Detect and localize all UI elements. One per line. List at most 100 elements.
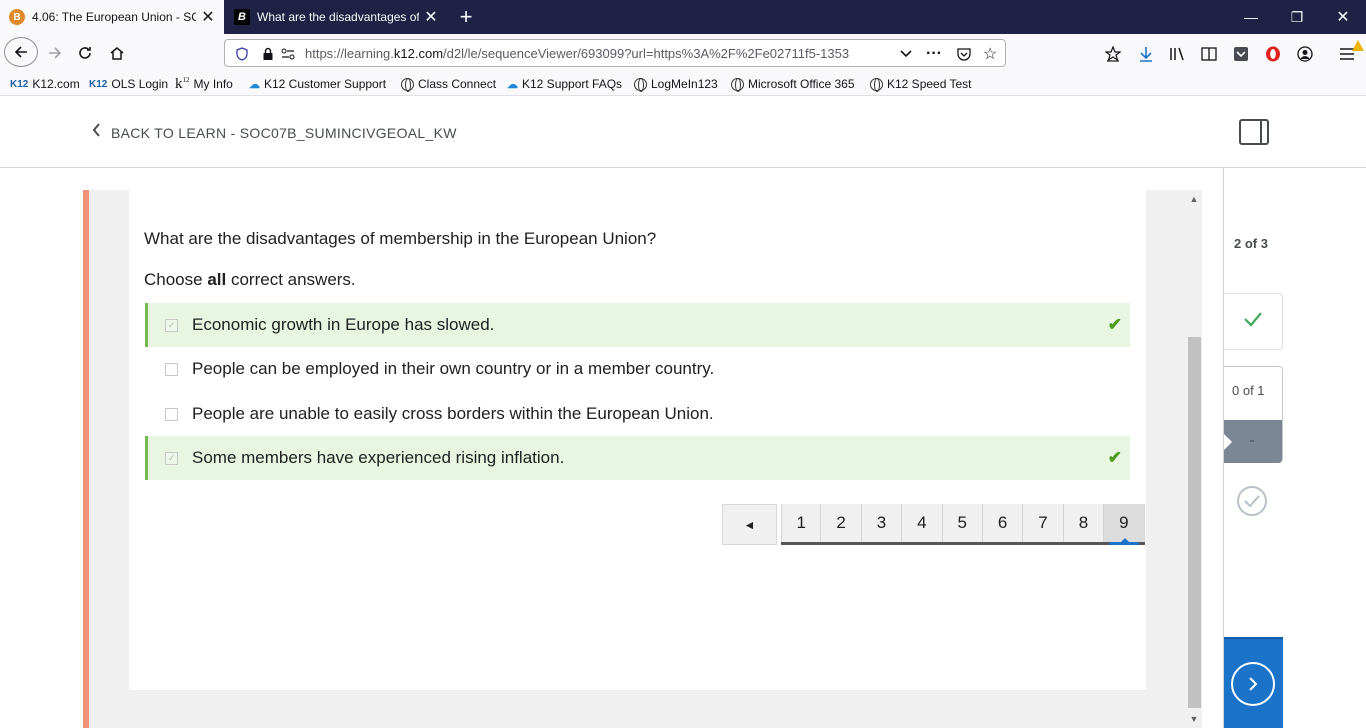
page-button[interactable]: 8	[1063, 504, 1105, 542]
bookmark-k12[interactable]: K12 K12.com	[10, 76, 80, 92]
home-button[interactable]	[102, 39, 132, 67]
back-link-label: BACK TO LEARN - SOC07B_SUMINCIVGEOAL_KW	[111, 124, 457, 141]
back-button[interactable]	[4, 37, 38, 67]
reload-icon	[79, 47, 91, 59]
download-icon[interactable]	[1135, 43, 1157, 65]
tab-title: 4.06: The European Union - SOC	[32, 10, 196, 24]
page-header: BACK TO LEARN - SOC07B_SUMINCIVGEOAL_KW	[0, 96, 1366, 168]
library-icon[interactable]	[1167, 43, 1189, 65]
url-text[interactable]: https://learning.k12.com/d2l/le/sequence…	[305, 46, 885, 61]
step-progress: 0 of 1	[1232, 383, 1265, 398]
tab-disadvantages[interactable]: B What are the disadvantages of ✕	[225, 0, 447, 34]
k12-icon: K12	[10, 78, 29, 90]
brightspace-icon: B	[9, 9, 25, 25]
panel-toggle-icon[interactable]	[1239, 119, 1269, 145]
active-step-indicator	[1224, 420, 1282, 463]
reload-button[interactable]	[70, 39, 100, 67]
b-icon: B	[234, 9, 250, 25]
address-bar[interactable]: https://learning.k12.com/d2l/le/sequence…	[224, 39, 1006, 67]
next-button[interactable]	[1231, 662, 1275, 706]
minimize-button[interactable]: —	[1228, 0, 1274, 34]
instruction-text: Choose all correct answers.	[144, 270, 356, 289]
bookmark-logmein[interactable]: LogMeIn123	[634, 76, 718, 92]
page-button[interactable]: 1	[781, 504, 822, 542]
scrollbar-thumb[interactable]	[1188, 337, 1201, 708]
globe-icon	[401, 77, 414, 92]
cloud-icon: ☁	[507, 78, 518, 91]
scroll-down-arrow-icon[interactable]: ▼	[1186, 711, 1202, 727]
star-icon[interactable]: ☆	[981, 45, 999, 63]
pocket-toolbar-icon[interactable]	[1230, 43, 1252, 65]
arrow-left-icon	[14, 46, 27, 58]
page-button[interactable]: 4	[902, 504, 943, 542]
answer-option[interactable]: ✓ Economic growth in Europe has slowed. …	[145, 303, 1130, 347]
answer-option[interactable]: ✓ Some members have experienced rising i…	[145, 436, 1130, 480]
page-button-current[interactable]: 9	[1104, 504, 1145, 545]
bookmark-class-connect[interactable]: Class Connect	[401, 76, 496, 92]
globe-icon	[731, 77, 744, 92]
bookmark-my-info[interactable]: k12 My Info	[175, 76, 233, 92]
chevron-left-icon	[92, 123, 101, 142]
warning-icon	[1352, 38, 1364, 56]
left-accent-bar	[83, 190, 89, 728]
back-to-learn-link[interactable]: BACK TO LEARN - SOC07B_SUMINCIVGEOAL_KW	[92, 123, 457, 142]
page-button[interactable]: 6	[982, 504, 1024, 542]
answer-label: Economic growth in Europe has slowed.	[192, 315, 495, 334]
bookmarks-toolbar: K12 K12.com K12 OLS Login k12 My Info ☁ …	[0, 72, 1366, 96]
permissions-icon[interactable]	[279, 45, 297, 63]
answer-option[interactable]: People can be employed in their own coun…	[145, 347, 1130, 391]
cloud-icon: ☁	[249, 78, 260, 91]
chevron-right-icon	[1249, 677, 1258, 691]
next-panel	[1224, 637, 1283, 728]
more-actions-icon[interactable]: ···	[925, 45, 943, 63]
page-button[interactable]: 2	[821, 504, 862, 542]
bookmark-ols-login[interactable]: K12 OLS Login	[89, 76, 168, 92]
answer-option[interactable]: People are unable to easily cross border…	[145, 392, 1130, 436]
answer-label: Some members have experienced rising inf…	[192, 448, 565, 467]
completed-step[interactable]	[1224, 293, 1283, 350]
account-icon[interactable]	[1294, 43, 1316, 65]
globe-icon	[870, 77, 883, 92]
close-tab-icon[interactable]: ✕	[196, 7, 220, 27]
answer-label: People can be employed in their own coun…	[192, 359, 715, 378]
tab-title: What are the disadvantages of	[257, 10, 419, 24]
complete-circle-icon[interactable]	[1237, 486, 1267, 516]
opera-icon[interactable]	[1262, 43, 1284, 65]
scroll-up-arrow-icon[interactable]: ▲	[1186, 191, 1202, 207]
checkbox[interactable]: ✓	[165, 451, 178, 465]
new-tab-button[interactable]: +	[452, 3, 480, 31]
progress-count: 2 of 3	[1234, 236, 1268, 251]
k12-icon: K12	[89, 78, 108, 90]
forward-button[interactable]	[40, 39, 70, 67]
k12-logo-icon: k12	[175, 75, 190, 92]
tab-european-union[interactable]: B 4.06: The European Union - SOC ✕	[0, 0, 224, 34]
correct-check-icon: ✔	[1107, 315, 1122, 334]
bookmark-customer-support[interactable]: ☁ K12 Customer Support	[249, 76, 386, 92]
checkbox[interactable]	[165, 407, 178, 421]
pagination: 1 2 3 4 5 6 7 8 9	[781, 504, 1145, 545]
bookmark-support-faqs[interactable]: ☁ K12 Support FAQs	[507, 76, 622, 92]
page-button[interactable]: 5	[942, 504, 983, 542]
bookmark-speed-test[interactable]: K12 Speed Test	[870, 76, 972, 92]
page-button[interactable]: 3	[861, 504, 903, 542]
checkbox[interactable]: ✓	[165, 318, 178, 332]
arrow-right-icon	[49, 47, 62, 59]
checkbox[interactable]	[165, 362, 178, 376]
close-tab-icon[interactable]: ✕	[419, 7, 443, 27]
pagination-prev-button[interactable]: ◄	[722, 504, 777, 545]
reader-view-icon[interactable]	[1198, 43, 1220, 65]
tab-bar: B 4.06: The European Union - SOC ✕ B Wha…	[0, 0, 1366, 34]
checkmark-icon	[1243, 310, 1263, 333]
shield-icon[interactable]	[233, 45, 251, 63]
globe-icon	[634, 77, 647, 92]
restore-button[interactable]: ❐	[1274, 0, 1320, 34]
chevron-down-icon[interactable]	[897, 45, 915, 63]
bookmarks-star-icon[interactable]	[1102, 43, 1124, 65]
correct-check-icon: ✔	[1107, 448, 1122, 467]
bookmark-office-365[interactable]: Microsoft Office 365	[731, 76, 855, 92]
pocket-icon[interactable]	[955, 45, 973, 63]
page-button[interactable]: 7	[1023, 504, 1064, 542]
current-step[interactable]: 0 of 1	[1224, 366, 1283, 463]
lock-icon[interactable]	[259, 45, 277, 63]
close-window-button[interactable]: ✕	[1320, 0, 1366, 34]
